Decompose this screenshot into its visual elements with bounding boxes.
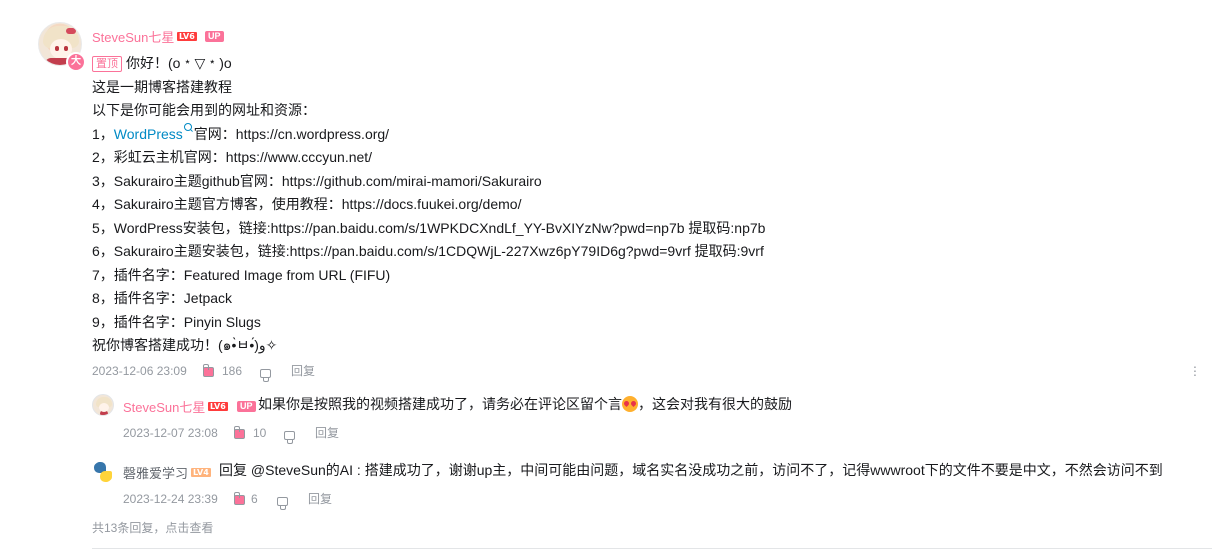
dislike-button[interactable] [260,366,271,382]
comment-line: 官网：https://cn.wordpress.org/ [193,125,390,142]
search-icon [183,122,192,131]
wordpress-search-link[interactable]: WordPress [114,126,183,142]
timestamp: 2023-12-07 23:08 [123,426,218,440]
divider [92,548,1212,549]
reply-text-part: ，这会对我有很大的鼓励 [638,396,792,412]
like-count: 10 [253,426,267,440]
dislike-button[interactable] [284,428,295,444]
pinned-tag: 置顶 [92,56,122,72]
comment-content: 置顶 你好！(o﹡▽﹡)o 这是一期博客搭建教程 以下是你可能会用到的网址和资源：… [92,52,992,358]
comment-line: 这是一期博客搭建教程 [92,78,232,95]
like-button[interactable] [234,426,245,443]
comment-line: 1， [92,125,114,142]
reply-meta: 2023-12-24 23:39 6 回复 [123,491,423,510]
reply-avatar[interactable] [92,461,114,483]
timestamp: 2023-12-24 23:39 [123,492,218,506]
like-button[interactable] [234,492,245,509]
level-badge: LV4 [191,468,211,477]
comment-line: 祝你博客搭建成功！(๑•̀ㅂ•́)و✧ [92,337,278,353]
like-button[interactable] [203,364,214,381]
reply-username[interactable]: 磬雅爱学习 [123,463,188,482]
thumb-up-icon [234,492,245,505]
more-vertical-icon[interactable]: · · · [1192,359,1198,381]
vip-badge: 大 [66,52,86,72]
reply-button[interactable]: 回复 [315,425,339,441]
thumb-down-icon [277,497,288,510]
reply-text: 回复 @SteveSun的AI : 搭建成功了，谢谢up主，中间可能由问题，域名… [219,462,1163,478]
thumb-down-icon [260,369,271,382]
comment-meta: 2023-12-06 23:09 186 回复 [92,363,492,382]
reply-meta: 2023-12-07 23:08 10 回复 [123,425,423,444]
comment-line: 3，Sakurairo主题github官网：https://github.com… [92,172,542,189]
level-badge: LV6 [177,32,197,41]
thumb-down-icon [284,431,295,444]
comment-line: 9，插件名字：Pinyin Slugs [92,313,261,330]
reply-avatar[interactable] [92,394,114,416]
reply-username[interactable]: SteveSun七星 [123,397,205,416]
view-more-replies-link[interactable]: 共13条回复，点击查看 [92,519,213,536]
timestamp: 2023-12-06 23:09 [92,364,187,378]
username[interactable]: SteveSun七星 [92,27,174,46]
comment-line: 以下是你可能会用到的网址和资源： [92,102,316,118]
comment-line: 8，插件名字：Jetpack [92,290,233,306]
comment-line: 2，彩虹云主机官网：https://www.cccyun.net/ [92,149,373,165]
reply-text-part: 如果你是按照我的视频搭建成功了，请务必在评论区留个言 [258,396,622,412]
like-count: 6 [251,492,258,506]
thumb-up-icon [203,364,214,377]
thumb-up-icon [234,426,245,439]
comment-line: 5，WordPress安装包，链接:https://pan.baidu.com/… [92,219,766,236]
comment-line: 你好！(o﹡▽﹡)o [126,55,232,71]
reply-button[interactable]: 回复 [308,491,332,507]
level-badge: LV6 [208,402,228,411]
reply-button[interactable]: 回复 [291,363,315,379]
up-badge: UP [237,401,256,412]
like-count: 186 [222,364,243,378]
comment-line: 4，Sakurairo主题官方博客，使用教程：https://docs.fuuk… [92,196,522,212]
up-badge: UP [205,31,224,42]
heart-eyes-emoji-icon [622,396,638,412]
comment-line: 7，插件名字：Featured Image from URL (FIFU) [92,266,391,283]
reply-text: 如果你是按照我的视频搭建成功了，请务必在评论区留个言 ，这会对我有很大的鼓励 [258,394,792,414]
comment-line: 6，Sakurairo主题安装包，链接:https://pan.baidu.co… [92,243,764,259]
dislike-button[interactable] [277,494,288,510]
